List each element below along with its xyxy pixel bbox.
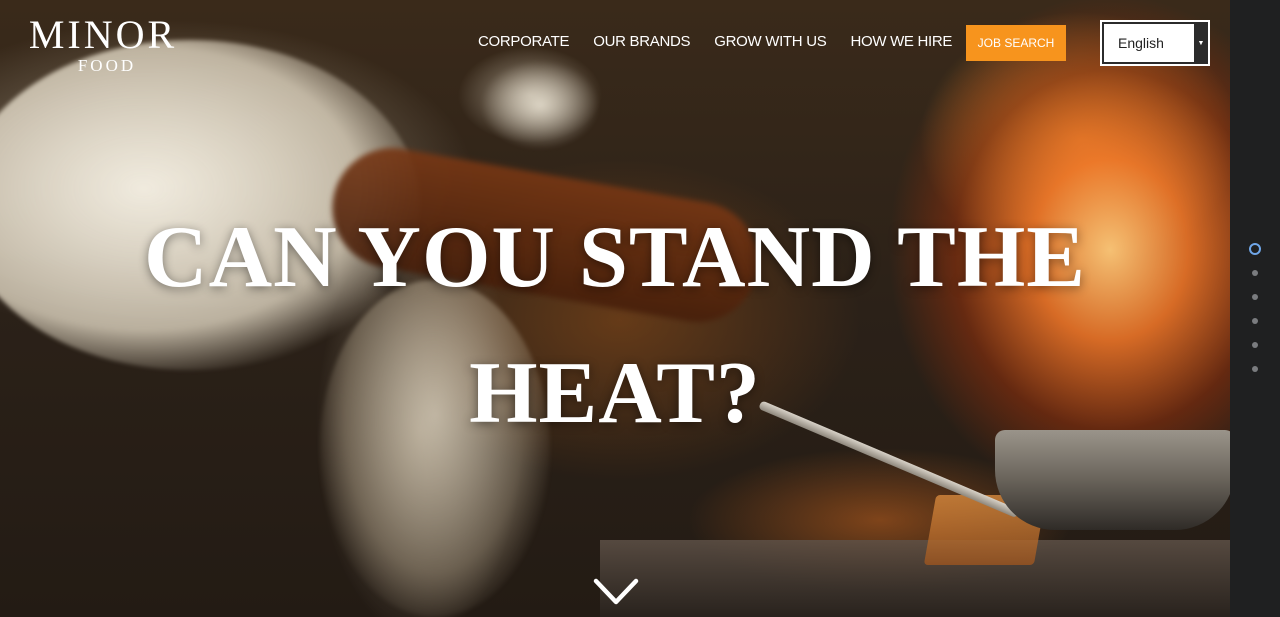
dropdown-arrow-icon: ▼ (1194, 22, 1208, 64)
nav-our-brands[interactable]: OUR BRANDS (593, 32, 690, 52)
nav-corporate[interactable]: CORPORATE (478, 32, 570, 52)
nav-grow-with-us[interactable]: GROW WITH US (714, 32, 827, 52)
chevron-down-icon (593, 578, 639, 605)
pagination-dot-2[interactable] (1252, 270, 1258, 276)
pagination-dot-1[interactable] (1249, 243, 1261, 255)
pagination-dot-4[interactable] (1252, 318, 1258, 324)
logo-wordmark: MINOR (28, 12, 178, 57)
headline-line-2: HEAT? (469, 345, 761, 442)
nav-how-we-hire[interactable]: HOW WE HIRE (850, 32, 952, 52)
headline-line-1: CAN YOU STAND THE (144, 209, 1086, 306)
pagination-dot-3[interactable] (1252, 294, 1258, 300)
pagination-dot-6[interactable] (1252, 366, 1258, 372)
language-selected-value: English (1102, 22, 1194, 64)
background-chef-hat (480, 60, 600, 150)
kitchen-counter (600, 540, 1230, 617)
pagination-dot-5[interactable] (1252, 342, 1258, 348)
hero-headline: CAN YOU STAND THE HEAT? (100, 190, 1130, 462)
logo-subtitle: FOOD (77, 56, 137, 75)
job-search-button[interactable]: JOB SEARCH (966, 25, 1066, 61)
logo[interactable]: MINOR FOOD (18, 14, 188, 76)
main-nav: CORPORATE OUR BRANDS GROW WITH US HOW WE… (478, 32, 976, 52)
scroll-down-button[interactable] (593, 576, 639, 608)
section-pagination (1230, 0, 1280, 617)
language-select[interactable]: English ▼ (1100, 20, 1210, 66)
